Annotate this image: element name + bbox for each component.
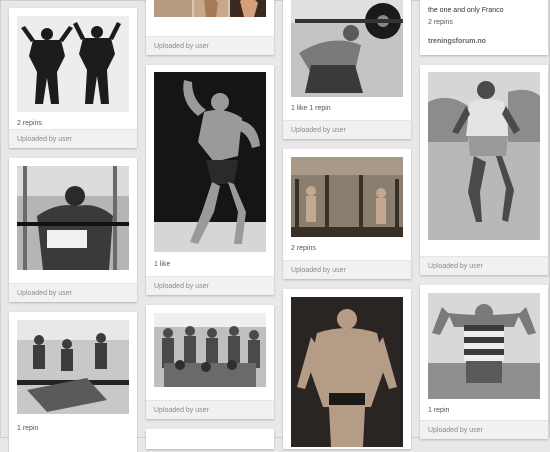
- pin-image[interactable]: [291, 157, 403, 237]
- pin-stats: 1 repin: [428, 407, 450, 414]
- pin-footer: Uploaded by user: [283, 260, 411, 279]
- pin-footer: Uploaded by user: [146, 400, 274, 419]
- pin-card[interactable]: Uploaded by user: [9, 158, 137, 302]
- pin-card[interactable]: [283, 289, 411, 449]
- pin-card[interactable]: 2 repins Uploaded by user: [283, 149, 411, 279]
- pin-image[interactable]: [154, 0, 266, 17]
- pin-stats: 2 repins: [17, 120, 42, 127]
- pin-stats: 2 repins: [428, 19, 453, 26]
- pin-card[interactable]: Uploaded by user: [420, 65, 548, 275]
- pin-footer: Uploaded by user: [420, 420, 548, 439]
- pin-footer: Uploaded by user: [9, 129, 137, 148]
- pin-image[interactable]: [17, 16, 129, 112]
- pin-card[interactable]: 2 repins Uploaded by user: [9, 8, 137, 148]
- pin-image[interactable]: [17, 166, 129, 270]
- pin-footer: Uploaded by user: [9, 283, 137, 302]
- pin-card[interactable]: Uploaded by user: [146, 305, 274, 419]
- pin-image[interactable]: [428, 293, 540, 399]
- pin-stats: 1 repin: [17, 425, 39, 432]
- pin-footer: Uploaded by user: [420, 256, 548, 275]
- pin-footer: Uploaded by user: [146, 276, 274, 295]
- pin-card[interactable]: 1 repin: [9, 312, 137, 452]
- pin-source-site[interactable]: treningsforum.no: [428, 38, 486, 45]
- pin-image[interactable]: [154, 313, 266, 387]
- pin-footer: Uploaded by user: [146, 36, 274, 55]
- pin-image[interactable]: [154, 72, 266, 252]
- pin-image[interactable]: [291, 297, 403, 447]
- pin-image[interactable]: [17, 320, 129, 414]
- pin-card[interactable]: 1 repin Uploaded by user: [420, 285, 548, 439]
- pin-card[interactable]: 1 like 1 repin Uploaded by user: [283, 0, 411, 139]
- pin-stats: 1 like: [154, 261, 171, 268]
- pin-card[interactable]: the one and only Franco 2 repins trening…: [420, 0, 548, 55]
- pin-caption: the one and only Franco: [428, 7, 504, 14]
- pin-card[interactable]: 1 like Uploaded by user: [146, 65, 274, 295]
- pin-stats: 2 repins: [291, 245, 316, 252]
- pin-footer: Uploaded by user: [283, 120, 411, 139]
- pin-stats: 1 like 1 repin: [291, 105, 331, 112]
- pin-card[interactable]: [146, 429, 274, 449]
- pin-card[interactable]: Uploaded by user: [146, 0, 274, 55]
- pin-image[interactable]: [428, 72, 540, 240]
- pin-image[interactable]: [291, 0, 403, 97]
